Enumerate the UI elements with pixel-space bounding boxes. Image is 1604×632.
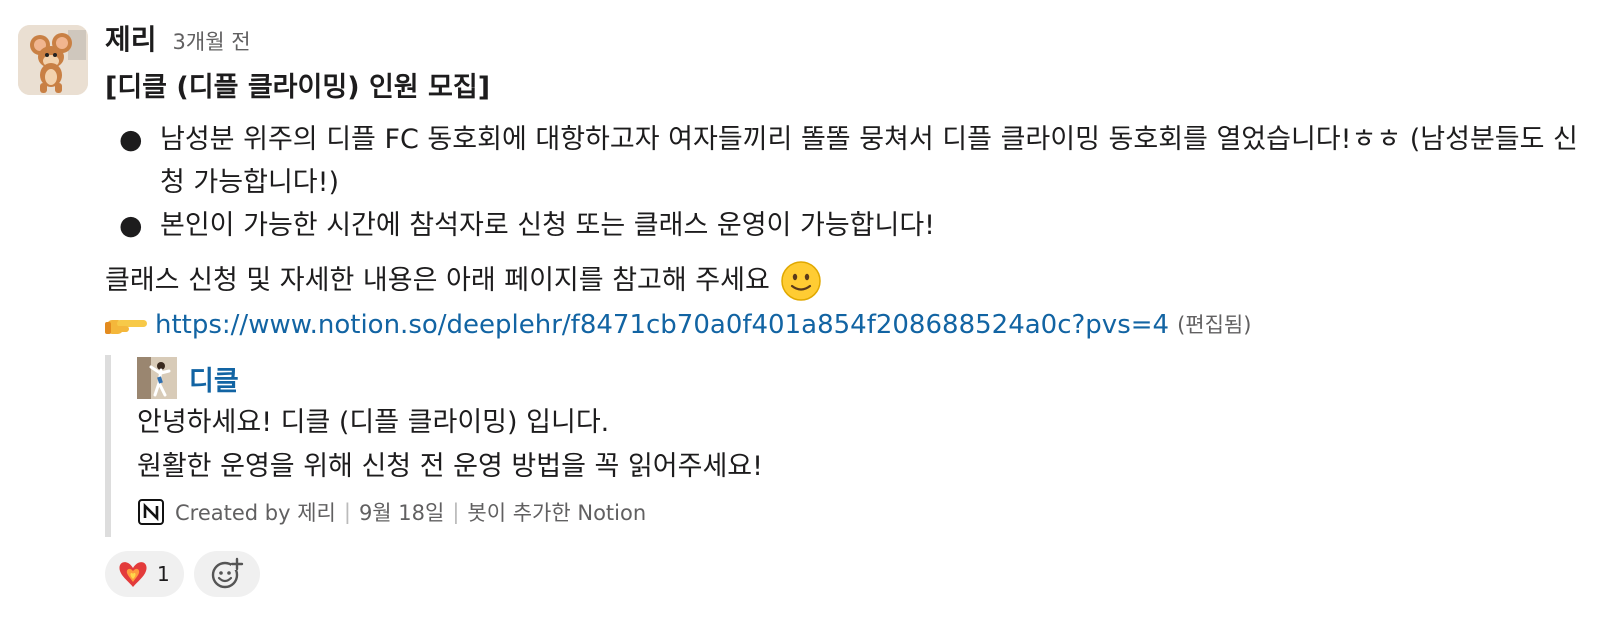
- add-reaction-button[interactable]: [193, 551, 260, 597]
- reaction-count: 1: [157, 562, 170, 586]
- notion-link[interactable]: https://www.notion.so/deeplehr/f8471cb70…: [155, 303, 1169, 347]
- reactions-bar: 1: [105, 551, 1585, 597]
- avatar[interactable]: [18, 25, 88, 95]
- bullet-dot: ●: [119, 124, 143, 155]
- preview-line: 안녕하세요! 디클 (디플 클라이밍) 입니다.: [137, 407, 610, 438]
- bullet-dot: ●: [119, 210, 143, 241]
- message: 제리 3개월 전 [디클 (디플 클라이밍) 인원 모집] ● 남성분 위주의 …: [105, 18, 1585, 597]
- message-paragraph: 클래스 신청 및 자세한 내용은 아래 페이지를 참고해 주세요: [105, 259, 1585, 303]
- list-item: ● 본인이 가능한 시간에 참석자로 신청 또는 클래스 운영이 가능합니다!: [105, 204, 1585, 247]
- notion-icon: [138, 499, 164, 525]
- created-by: Created by 제리: [175, 501, 336, 525]
- heart-on-fire-icon: [119, 562, 147, 587]
- preview-title[interactable]: 디클: [189, 359, 239, 398]
- source-label: 봇이 추가한 Notion: [467, 501, 647, 525]
- edited-label: (편집됨): [1177, 313, 1252, 337]
- bullet-text: 남성분 위주의 디플 FC 동호회에 대항하고자 여자들끼리 똘똘 뭉쳐서 디플…: [160, 124, 1578, 198]
- paragraph-text: 클래스 신청 및 자세한 내용은 아래 페이지를 참고해 주세요: [105, 265, 770, 296]
- reaction-pill[interactable]: 1: [105, 551, 184, 597]
- bullet-text: 본인이 가능한 시간에 참석자로 신청 또는 클래스 운영이 가능합니다!: [160, 210, 936, 241]
- link-preview: 디클 안녕하세요! 디클 (디플 클라이밍) 입니다. 원활한 운영을 위해 신…: [105, 355, 1585, 537]
- created-date: 9월 18일: [358, 501, 445, 525]
- climber-thumbnail-icon: [137, 357, 177, 399]
- list-item: ● 남성분 위주의 디플 FC 동호회에 대항하고자 여자들끼리 똘똘 뭉쳐서 …: [105, 118, 1585, 204]
- preview-line: 원활한 운영을 위해 신청 전 운영 방법을 꼭 읽어주세요!: [137, 451, 763, 482]
- jerry-mouse-avatar-icon: [18, 25, 88, 95]
- separator: |: [452, 500, 460, 524]
- link-line: https://www.notion.so/deeplehr/f8471cb70…: [105, 303, 1585, 347]
- message-title: [디클 (디플 클라이밍) 인원 모집]: [105, 72, 491, 103]
- preview-footer: Created by 제리 | 9월 18일 | 봇이 추가한 Notion: [137, 489, 1585, 535]
- slightly-smiling-face-icon: [781, 261, 821, 301]
- timestamp[interactable]: 3개월 전: [173, 26, 251, 56]
- bullet-list: ● 남성분 위주의 디플 FC 동호회에 대항하고자 여자들끼리 똘똘 뭉쳐서 …: [105, 118, 1585, 247]
- add-reaction-icon: [211, 557, 243, 589]
- preview-header: 디클: [137, 355, 1585, 401]
- message-header: 제리 3개월 전: [105, 18, 1585, 62]
- author-name[interactable]: 제리: [105, 18, 157, 58]
- separator: |: [343, 500, 351, 524]
- pointing-right-hand-icon: [105, 320, 147, 334]
